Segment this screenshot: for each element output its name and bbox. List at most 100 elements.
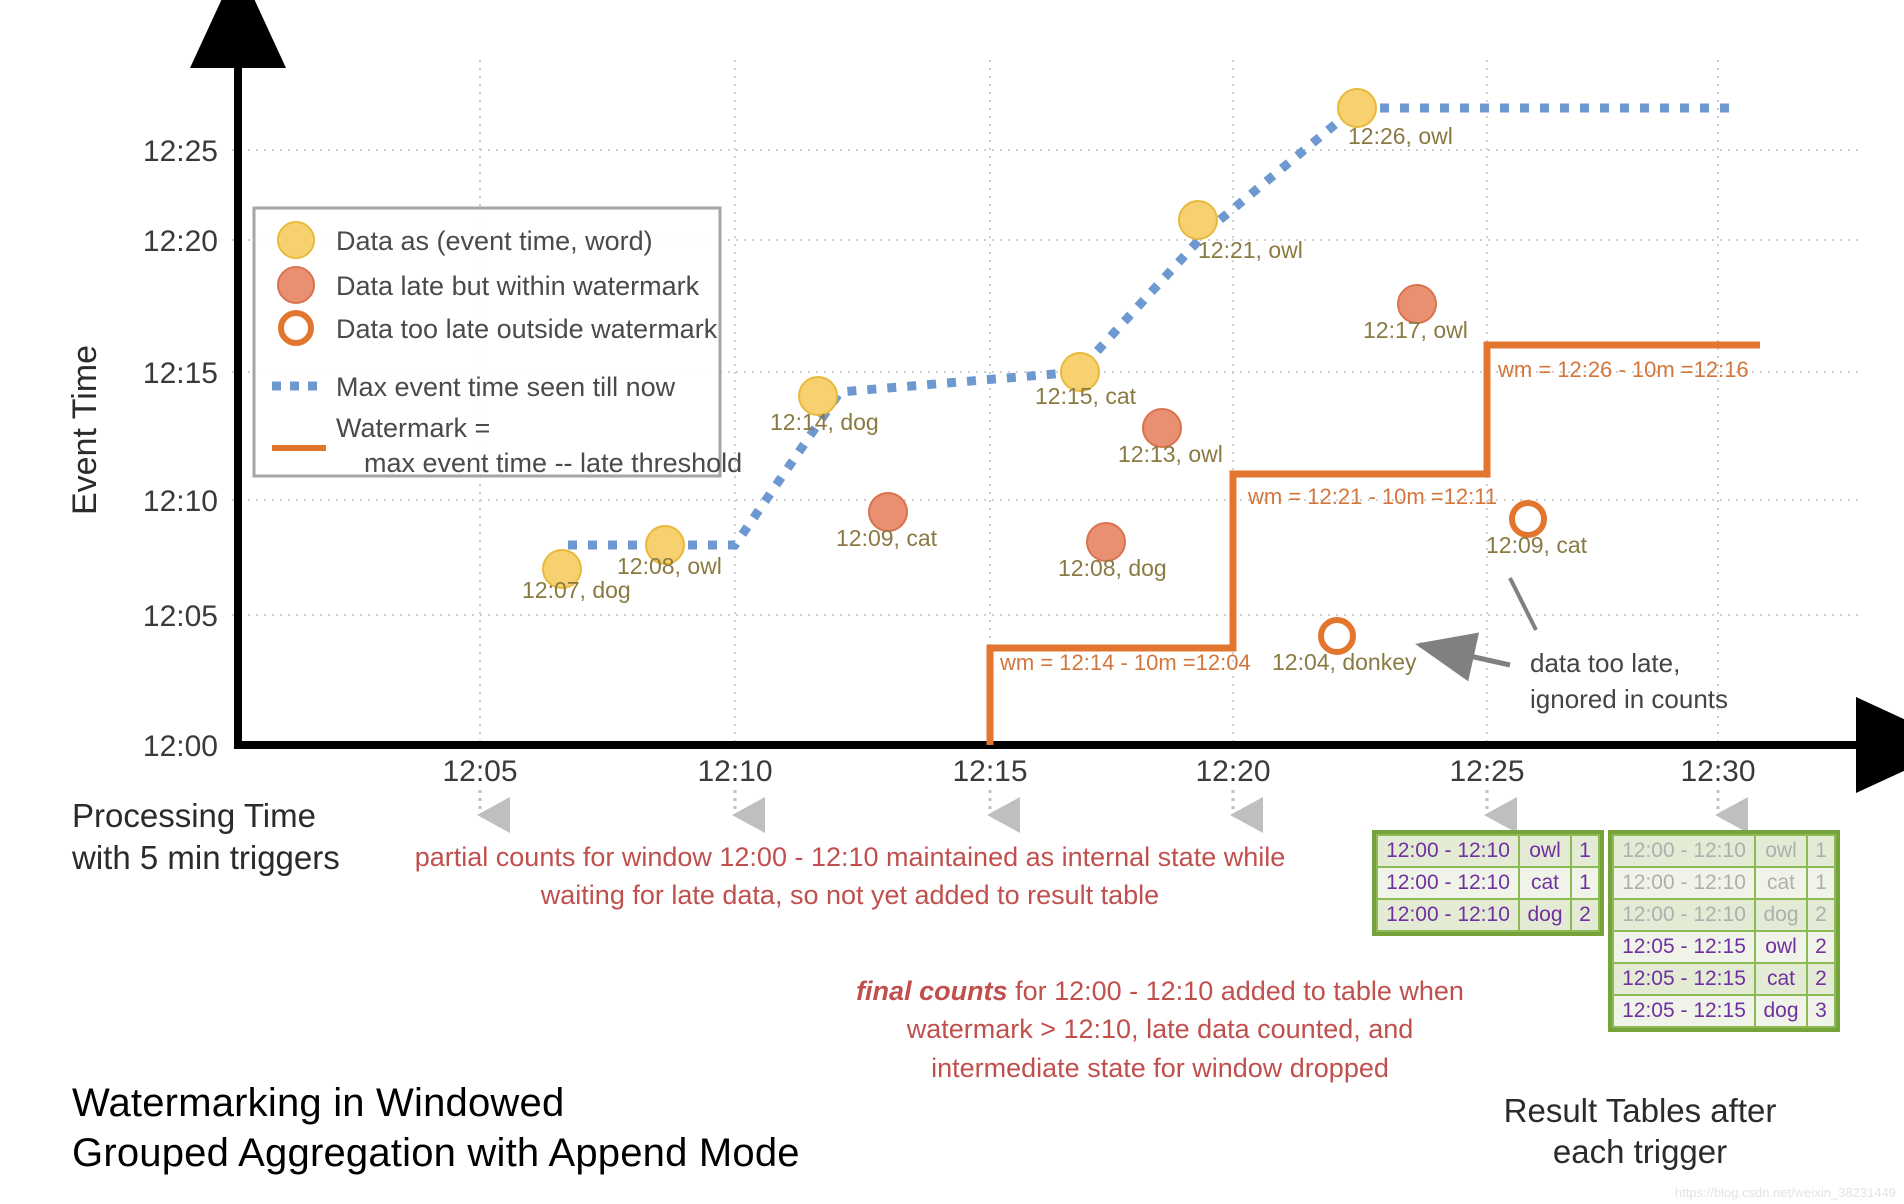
page-title-line-1: Watermarking in Windowed — [72, 1078, 800, 1128]
page-title-line-2: Grouped Aggregation with Append Mode — [72, 1128, 800, 1178]
table-cell-window: 12:00 - 12:10 — [1612, 866, 1756, 900]
x-tick-1: 12:10 — [697, 755, 772, 788]
trigger-arrows — [477, 790, 1748, 833]
point-label: 12:08, owl — [617, 553, 722, 579]
table-cell-word: dog — [1754, 898, 1808, 932]
legend-label-4: Watermark = — [336, 413, 490, 443]
point-label: 12:21, owl — [1198, 237, 1303, 263]
table-row: 12:00 - 12:10 dog 2 — [1376, 898, 1600, 932]
table-cell-word: owl — [1518, 834, 1572, 868]
y-axis-title: Event Time — [66, 345, 104, 515]
point-label: 12:07, dog — [522, 577, 631, 603]
table-cell-word: cat — [1754, 866, 1808, 900]
data-point-marker[interactable] — [1178, 200, 1218, 240]
title-conn-with: with — [456, 1131, 549, 1175]
source-watermark: https://blog.csdn.net/weixin_38231449 — [1674, 1185, 1896, 1200]
result-caption-line-2: each trigger — [1552, 1133, 1728, 1171]
title-word-append-mode: Append Mode — [548, 1131, 800, 1175]
table-row: 12:00 - 12:10 dog 2 — [1612, 898, 1836, 932]
point-label: 12:04, donkey — [1272, 649, 1417, 675]
table-cell-word: cat — [1754, 962, 1808, 996]
partial-counts-note: partial counts for window 12:00 - 12:10 … — [414, 842, 1286, 911]
x-tick-labels: 12:05 12:10 12:15 12:20 12:25 12:30 — [442, 755, 1755, 788]
table-cell-word: owl — [1754, 930, 1808, 964]
title-word-grouped-aggregation: Grouped Aggregation — [72, 1131, 457, 1175]
y-tick-1: 12:05 — [143, 600, 218, 633]
table-cell-word: dog — [1518, 898, 1572, 932]
result-table-trigger-1230: 12:00 - 12:10 owl 1 12:00 - 12:10 cat 1 12:00 … — [1608, 830, 1840, 1032]
data-points-late-within — [868, 284, 1437, 562]
y-tick-5: 12:25 — [143, 135, 218, 168]
x-tick-2: 12:15 — [952, 755, 1027, 788]
table-row: 12:05 - 12:15 cat 2 — [1612, 962, 1836, 996]
callout-arrow-to-donkey — [1415, 632, 1511, 682]
table-cell-window: 12:05 - 12:15 — [1612, 962, 1756, 996]
wm-annotation: wm = 12:26 - 10m =12:16 — [1497, 357, 1749, 382]
table-cell-count: 2 — [1570, 898, 1600, 932]
data-point-marker[interactable] — [1337, 88, 1377, 128]
y-tick-4: 12:20 — [143, 225, 218, 258]
table-row: 12:05 - 12:15 owl 2 — [1612, 930, 1836, 964]
table-cell-word: cat — [1518, 866, 1572, 900]
point-label: 12:15, cat — [1035, 383, 1137, 409]
table-cell-window: 12:00 - 12:10 — [1376, 898, 1520, 932]
table-cell-count: 1 — [1806, 866, 1836, 900]
legend-label-0: Data as (event time, word) — [336, 226, 653, 256]
table-cell-count: 2 — [1806, 962, 1836, 996]
legend-filled-yellow-circle-icon — [277, 221, 315, 259]
processing-time-line-2: with 5 min triggers — [72, 839, 340, 877]
point-label: 12:14, dog — [770, 409, 879, 435]
final-counts-emphasis: final counts — [856, 976, 1008, 1006]
legend-label-5: max event time -- late threshold — [364, 448, 742, 478]
title-conn-in: in — [321, 1081, 377, 1125]
legend-hollow-orange-circle-icon — [278, 310, 314, 346]
wm-annotation: wm = 12:21 - 10m =12:11 — [1247, 484, 1497, 509]
x-tick-4: 12:25 — [1449, 755, 1524, 788]
table-row: 12:00 - 12:10 cat 1 — [1376, 866, 1600, 900]
table-cell-count: 3 — [1806, 994, 1836, 1028]
data-points-too-late — [1318, 500, 1547, 655]
processing-time-line-1: Processing Time — [72, 797, 316, 834]
callout-line-2: ignored in counts — [1530, 684, 1728, 714]
table-cell-word: owl — [1754, 834, 1808, 868]
legend-filled-salmon-circle-icon — [277, 266, 315, 304]
data-point-labels-late-within: 12:09, cat 12:08, dog 12:13, owl 12:17, … — [836, 317, 1468, 581]
y-tick-0: 12:00 — [143, 730, 218, 763]
legend-label-2: Data too late outside watermark — [336, 314, 718, 344]
table-row: 12:00 - 12:10 owl 1 — [1376, 834, 1600, 868]
table-cell-window: 12:00 - 12:10 — [1376, 834, 1520, 868]
x-tick-3: 12:20 — [1195, 755, 1270, 788]
table-cell-window: 12:00 - 12:10 — [1612, 834, 1756, 868]
y-tick-labels: 12:00 12:05 12:10 12:15 12:20 12:25 — [143, 135, 218, 763]
point-label: 12:09, cat — [836, 525, 938, 551]
title-word-watermarking: Watermarking — [72, 1081, 322, 1125]
point-label: 12:09, cat — [1486, 532, 1588, 558]
table-row: 12:05 - 12:15 dog 3 — [1612, 994, 1836, 1028]
result-table-trigger-1225: 12:00 - 12:10 owl 1 12:00 - 12:10 cat 1 12:00 … — [1372, 830, 1604, 936]
processing-time-label: Processing Time with 5 min triggers — [72, 795, 340, 879]
table-cell-count: 1 — [1806, 834, 1836, 868]
x-tick-5: 12:30 — [1680, 755, 1755, 788]
data-point-marker[interactable] — [1509, 500, 1547, 538]
point-label: 12:17, owl — [1363, 317, 1468, 343]
result-caption-line-1: Result Tables after — [1503, 1092, 1777, 1129]
table-cell-window: 12:00 - 12:10 — [1612, 898, 1756, 932]
result-table-1: 12:00 - 12:10 owl 1 12:00 - 12:10 cat 1 12:00 … — [1376, 834, 1600, 932]
data-point-marker[interactable] — [1318, 617, 1356, 655]
table-cell-window: 12:05 - 12:15 — [1612, 930, 1756, 964]
table-cell-count: 2 — [1806, 930, 1836, 964]
point-label: 12:08, dog — [1058, 555, 1167, 581]
table-cell-count: 1 — [1570, 834, 1600, 868]
callout-line-1: data too late, — [1530, 648, 1680, 678]
result-table-2: 12:00 - 12:10 owl 1 12:00 - 12:10 cat 1 12:00 … — [1612, 834, 1836, 1028]
page-title: Watermarking in Windowed Grouped Aggrega… — [72, 1078, 800, 1178]
title-word-windowed: Windowed — [376, 1081, 565, 1125]
legend-label-1: Data late but within watermark — [336, 271, 700, 301]
table-cell-window: 12:05 - 12:15 — [1612, 994, 1756, 1028]
callout-arrow-to-cat — [1508, 577, 1538, 631]
y-tick-2: 12:10 — [143, 485, 218, 518]
table-cell-window: 12:00 - 12:10 — [1376, 866, 1520, 900]
table-cell-word: dog — [1754, 994, 1808, 1028]
point-label: 12:13, owl — [1118, 441, 1223, 467]
y-tick-3: 12:15 — [143, 357, 218, 390]
